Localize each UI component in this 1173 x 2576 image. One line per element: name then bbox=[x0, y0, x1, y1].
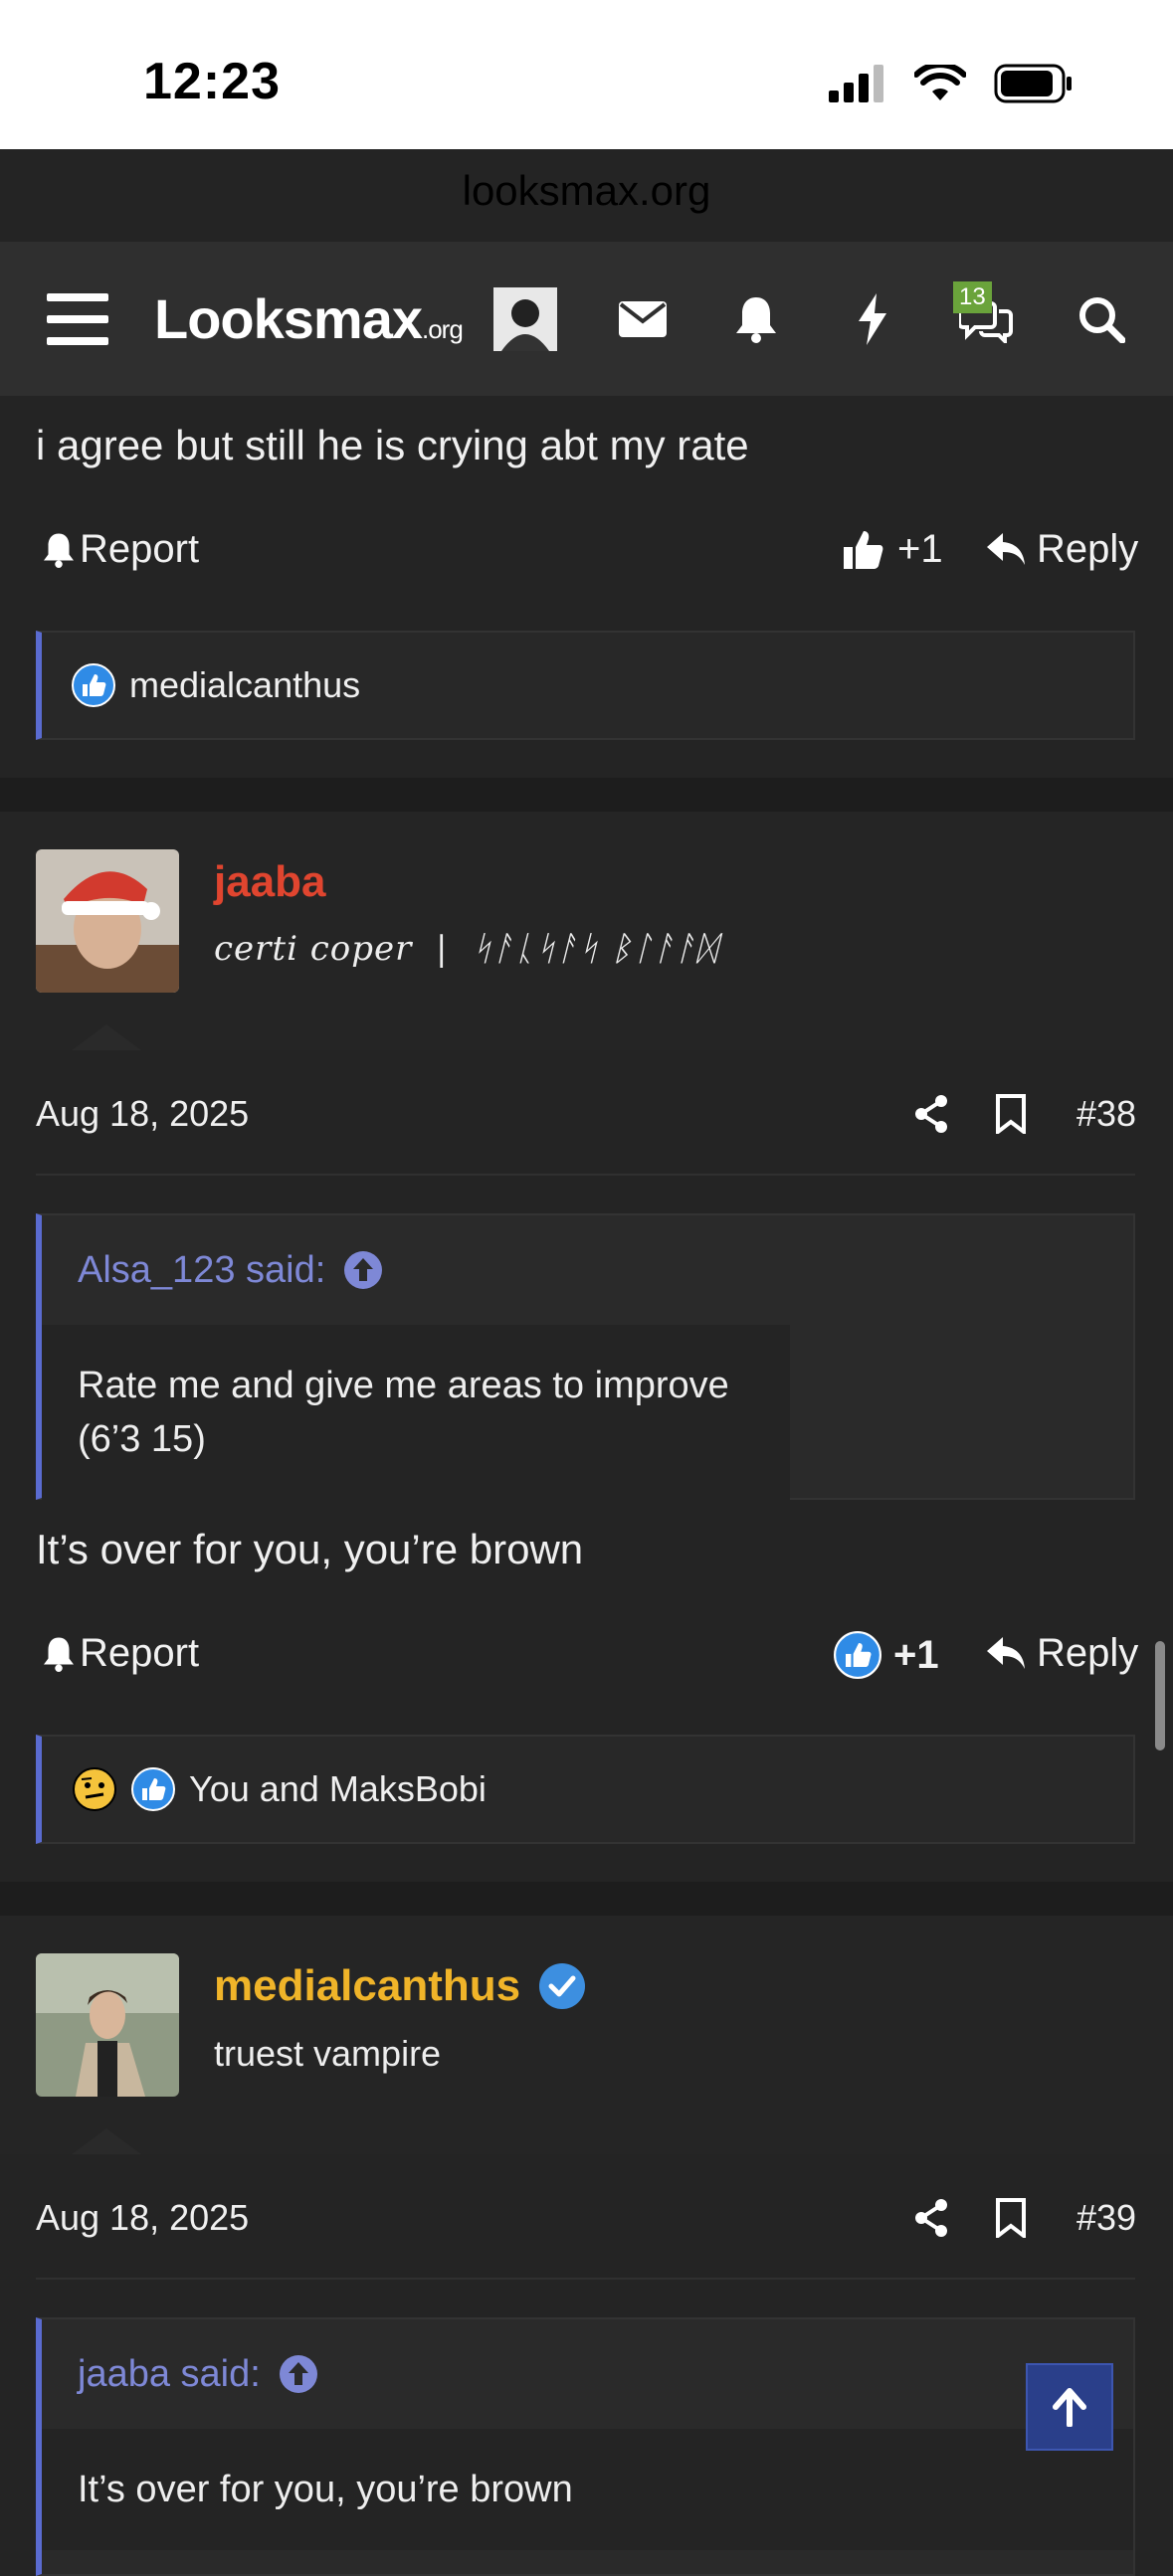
lightning-icon bbox=[859, 292, 886, 345]
post-separator bbox=[0, 1882, 1173, 1916]
site-navbar: Looksmax.org 13 bbox=[0, 242, 1173, 396]
user-avatar-icon bbox=[493, 286, 557, 351]
reactions-bar[interactable]: You and MaksBobi bbox=[36, 1735, 1135, 1844]
thumbs-up-icon bbox=[844, 530, 883, 569]
quote-header[interactable]: Alsa_123 said: bbox=[42, 1215, 1133, 1325]
post-meta-row: Aug 18, 2025 #39 bbox=[0, 2158, 1173, 2278]
user-avatar[interactable] bbox=[36, 849, 179, 993]
bookmark-icon[interactable] bbox=[995, 1094, 1027, 1134]
divider bbox=[36, 2278, 1135, 2280]
post-meta-row: Aug 18, 2025 #38 bbox=[0, 1054, 1173, 1174]
reply-button[interactable]: Reply bbox=[987, 527, 1138, 572]
scroll-to-top-button[interactable] bbox=[1026, 2363, 1113, 2451]
divider bbox=[36, 1174, 1135, 1176]
account-avatar[interactable] bbox=[491, 242, 559, 396]
reactions-text: You and MaksBobi bbox=[189, 1768, 487, 1809]
verified-badge-icon bbox=[539, 1963, 586, 2009]
post-text: i agree but still he is crying abt my ra… bbox=[36, 422, 749, 468]
arrow-pointer-icon bbox=[72, 1024, 141, 1050]
report-link[interactable]: Report bbox=[42, 1631, 199, 1676]
like-reaction-icon bbox=[131, 1767, 175, 1811]
post-text: It’s over for you, you’re brown bbox=[36, 1526, 584, 1572]
username-link[interactable]: jaaba bbox=[214, 857, 326, 907]
inbox-button[interactable] bbox=[611, 242, 675, 396]
user-title: truest vampire bbox=[214, 2033, 442, 2074]
logo-text: Looksmax.org bbox=[154, 287, 464, 350]
conversations-button[interactable]: 13 bbox=[953, 242, 1019, 396]
reactions-bar[interactable]: medialcanthus bbox=[36, 631, 1135, 740]
battery-icon bbox=[994, 64, 1072, 103]
arrow-up-circle-icon[interactable] bbox=[279, 2354, 318, 2394]
like-button[interactable]: +1 bbox=[834, 1631, 939, 1679]
reply-label: Reply bbox=[1037, 1631, 1139, 1675]
post-number[interactable]: #38 bbox=[1076, 1093, 1136, 1135]
post-date[interactable]: Aug 18, 2025 bbox=[36, 1093, 249, 1135]
wifi-icon bbox=[914, 65, 966, 100]
post-user-block: medialcanthus truest vampire bbox=[0, 1916, 1173, 2154]
signal-icon bbox=[829, 65, 883, 102]
post-user-block: jaaba certi coper | ᛋᚨᚳᛋᚨᛋ ᛒᛚᚨᚨᛞ bbox=[0, 812, 1173, 1050]
like-reaction-icon bbox=[72, 663, 115, 707]
reply-button[interactable]: Reply bbox=[987, 1631, 1138, 1676]
quote-block: Alsa_123 said: Rate me and give me areas… bbox=[36, 1213, 1135, 1500]
scrollbar[interactable] bbox=[1155, 1641, 1165, 1750]
reply-arrow-icon bbox=[987, 1636, 1025, 1669]
bell-icon bbox=[44, 533, 74, 568]
menu-button[interactable] bbox=[36, 242, 119, 396]
quote-author[interactable]: Alsa_123 said: bbox=[78, 1249, 325, 1292]
quote-author[interactable]: jaaba said: bbox=[78, 2353, 261, 2396]
quote-text: Rate me and give me areas to improve (6’… bbox=[42, 1325, 790, 1500]
arrow-up-circle-icon[interactable] bbox=[343, 1250, 383, 1290]
quote-header[interactable]: jaaba said: bbox=[42, 2319, 1133, 2429]
report-link[interactable]: Report bbox=[42, 527, 199, 572]
thinking-emoji-icon bbox=[73, 1767, 116, 1811]
reactions-text: medialcanthus bbox=[129, 664, 361, 705]
bell-icon bbox=[44, 1637, 74, 1672]
status-bar: 12:23 looksmax.org bbox=[0, 0, 1173, 214]
post-number[interactable]: #39 bbox=[1076, 2197, 1136, 2239]
search-button[interactable] bbox=[1070, 242, 1133, 396]
arrow-up-icon bbox=[1053, 2388, 1086, 2427]
reply-arrow-icon bbox=[987, 532, 1025, 565]
like-count: +1 bbox=[897, 527, 943, 571]
alerts-button[interactable] bbox=[724, 242, 788, 396]
post-separator bbox=[0, 778, 1173, 812]
avatar-image bbox=[36, 1953, 179, 2097]
url-bar[interactable]: looksmax.org bbox=[0, 167, 1173, 215]
reply-label: Reply bbox=[1037, 527, 1139, 571]
username-link[interactable]: medialcanthus bbox=[214, 1961, 520, 2011]
quote-block: jaaba said: It’s over for you, you’re br… bbox=[36, 2317, 1135, 2576]
report-label: Report bbox=[80, 527, 200, 571]
report-label: Report bbox=[80, 1631, 200, 1675]
share-icon[interactable] bbox=[913, 2198, 949, 2238]
envelope-icon bbox=[619, 300, 667, 337]
post-date[interactable]: Aug 18, 2025 bbox=[36, 2197, 249, 2239]
status-time: 12:23 bbox=[143, 53, 281, 110]
status-icons bbox=[829, 64, 1074, 103]
bookmark-icon[interactable] bbox=[995, 2198, 1027, 2238]
arrow-pointer-icon bbox=[72, 2128, 141, 2154]
bell-icon bbox=[736, 296, 776, 343]
hamburger-icon bbox=[47, 292, 108, 345]
user-title: certi coper | ᛋᚨᚳᛋᚨᛋ ᛒᛚᚨᚨᛞ bbox=[214, 929, 718, 969]
site-logo[interactable]: Looksmax.org bbox=[154, 242, 464, 396]
share-icon[interactable] bbox=[913, 1094, 949, 1134]
user-avatar[interactable] bbox=[36, 1953, 179, 2097]
whats-new-button[interactable] bbox=[841, 242, 904, 396]
avatar-image bbox=[36, 849, 179, 993]
like-reaction-icon bbox=[834, 1631, 881, 1679]
quote-text: It’s over for you, you’re brown bbox=[42, 2429, 1133, 2550]
search-icon bbox=[1079, 296, 1125, 343]
like-button[interactable]: +1 bbox=[842, 527, 943, 572]
chat-count-badge: 13 bbox=[953, 281, 992, 313]
username-row: medialcanthus bbox=[214, 1961, 586, 2011]
like-count: +1 bbox=[893, 1632, 939, 1677]
